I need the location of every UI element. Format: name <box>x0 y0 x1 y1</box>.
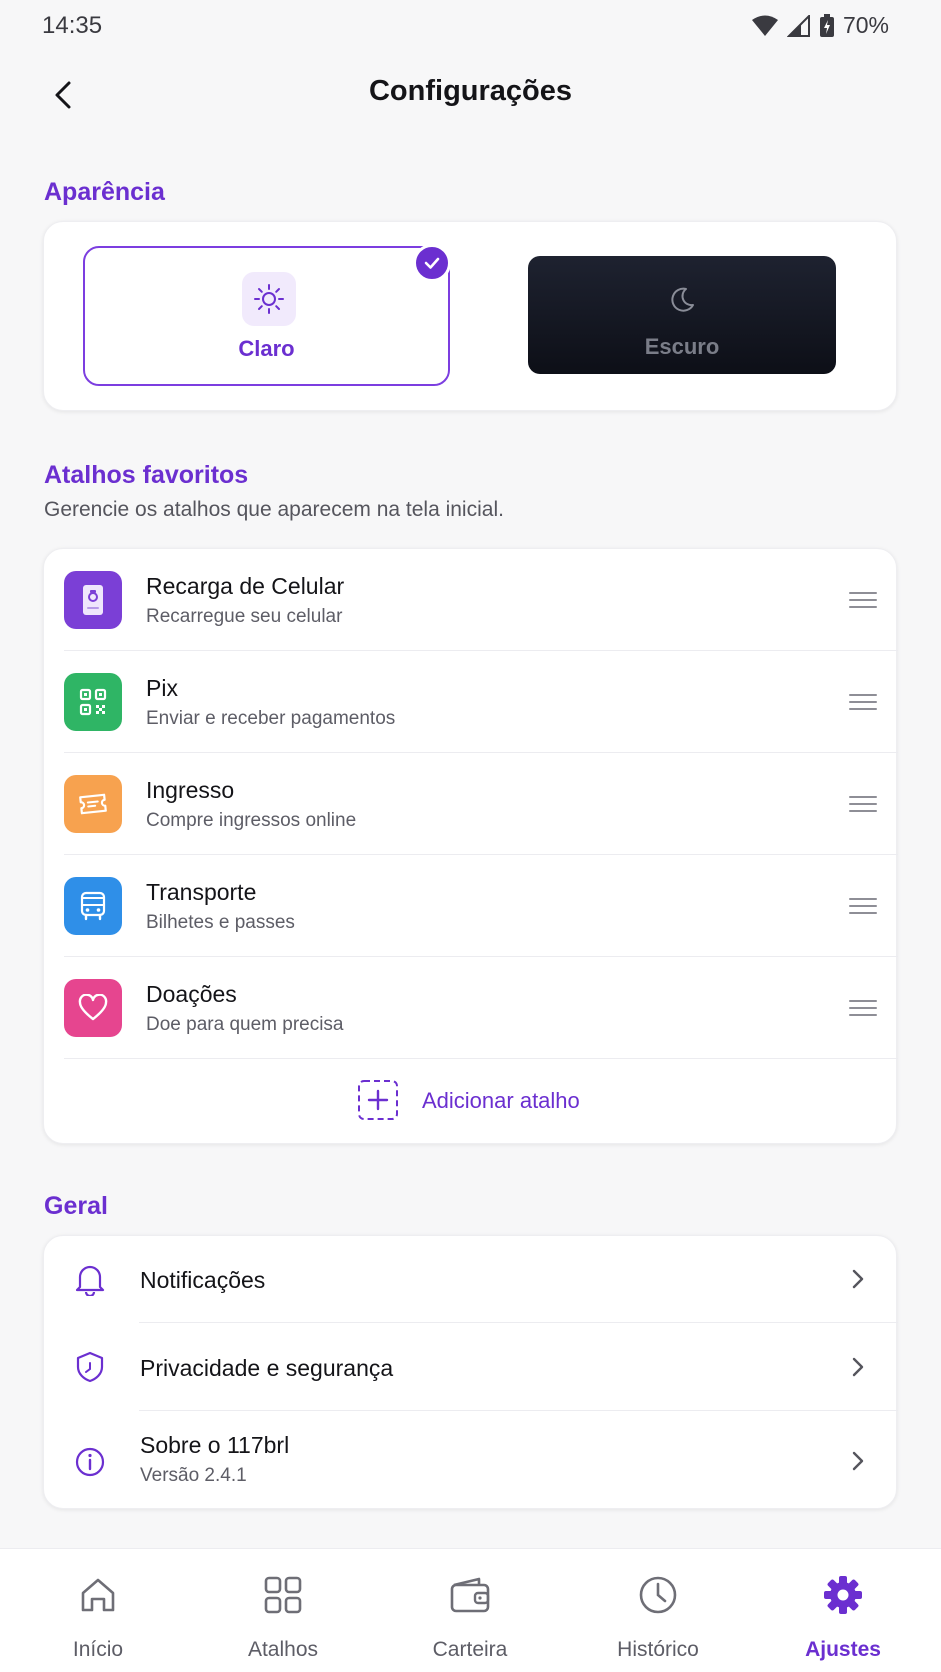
nav-label: Ajustes <box>805 1638 881 1661</box>
shortcut-title: Ingresso <box>146 777 235 803</box>
shortcuts-card: Recarga de Celular Recarregue seu celula… <box>43 548 898 1144</box>
drag-handle-icon[interactable] <box>848 993 878 1023</box>
home-icon <box>76 1573 120 1617</box>
chevron-right-icon <box>846 1449 870 1473</box>
sun-icon <box>242 272 296 326</box>
shortcut-subtitle: Doe para quem precisa <box>146 1014 344 1035</box>
theme-option-dark[interactable]: Escuro <box>528 256 836 374</box>
nav-label: Início <box>72 1638 124 1661</box>
shortcut-subtitle: Compre ingressos online <box>146 810 357 831</box>
nav-item-ajustes[interactable]: Ajustes <box>763 1549 923 1672</box>
nav-label: Carteira <box>432 1638 508 1661</box>
info-icon <box>72 1444 108 1480</box>
general-row-title: Sobre o 117brl <box>140 1432 290 1458</box>
nav-label: Histórico <box>617 1638 699 1661</box>
shortcut-subtitle: Enviar e receber pagamentos <box>146 708 396 729</box>
battery-icon <box>819 13 835 38</box>
shortcut-row-doacoes[interactable]: Doações Doe para quem precisa <box>44 957 898 1059</box>
gear-icon <box>821 1573 865 1617</box>
grid-icon <box>261 1573 305 1617</box>
phone-recharge-icon <box>64 571 122 629</box>
chevron-right-icon <box>846 1355 870 1379</box>
general-row-about[interactable]: Sobre o 117brl Versão 2.4.1 <box>44 1411 898 1510</box>
add-shortcut-label: Adicionar atalho <box>422 1088 580 1113</box>
drag-handle-icon[interactable] <box>848 585 878 615</box>
nav-item-carteira[interactable]: Carteira <box>390 1549 550 1672</box>
theme-dark-label: Escuro <box>644 334 720 359</box>
page-title: Configurações <box>368 75 573 107</box>
appearance-card: Claro Escuro <box>43 221 897 411</box>
heart-icon <box>64 979 122 1037</box>
nav-item-inicio[interactable]: Início <box>18 1549 178 1672</box>
general-section-title: Geral <box>44 1192 108 1220</box>
status-bar: 14:35 70% <box>0 0 941 54</box>
general-row-subtitle: Versão 2.4.1 <box>140 1465 247 1486</box>
nav-label: Atalhos <box>247 1638 319 1661</box>
bell-icon <box>72 1261 108 1297</box>
shortcut-row-recarga[interactable]: Recarga de Celular Recarregue seu celula… <box>44 549 898 651</box>
appearance-section-title: Aparência <box>44 178 165 206</box>
check-icon <box>413 244 451 282</box>
bus-icon <box>64 877 122 935</box>
settings-screen: 14:35 70% Configurações Aparência Claro … <box>0 0 941 1672</box>
shortcut-row-pix[interactable]: Pix Enviar e receber pagamentos <box>44 651 898 753</box>
chevron-right-icon <box>846 1267 870 1291</box>
shortcut-title: Transporte <box>146 879 257 905</box>
wifi-icon <box>751 15 779 37</box>
drag-handle-icon[interactable] <box>848 789 878 819</box>
shortcut-title: Doações <box>146 981 237 1007</box>
shortcuts-section-title: Atalhos favoritos <box>44 461 249 489</box>
theme-option-light[interactable]: Claro <box>83 246 450 386</box>
bottom-nav: Início Atalhos Carteira Histórico Ajuste… <box>0 1548 941 1672</box>
status-time: 14:35 <box>42 12 103 39</box>
ticket-icon <box>64 775 122 833</box>
nav-item-atalhos[interactable]: Atalhos <box>203 1549 363 1672</box>
drag-handle-icon[interactable] <box>848 687 878 717</box>
shortcut-row-transporte[interactable]: Transporte Bilhetes e passes <box>44 855 898 957</box>
drag-handle-icon[interactable] <box>848 891 878 921</box>
qr-code-icon <box>64 673 122 731</box>
shortcuts-subtitle: Gerencie os atalhos que aparecem na tela… <box>44 498 504 521</box>
shortcut-title: Recarga de Celular <box>146 573 345 599</box>
general-row-title: Privacidade e segurança <box>140 1355 394 1381</box>
general-card: Notificações Privacidade e segurança Sob… <box>43 1235 898 1510</box>
cell-signal-icon <box>786 14 811 37</box>
theme-light-label: Claro <box>238 336 295 361</box>
shortcut-title: Pix <box>146 675 178 701</box>
shortcut-subtitle: Recarregue seu celular <box>146 606 343 627</box>
general-row-title: Notificações <box>140 1267 266 1293</box>
general-row-privacy[interactable]: Privacidade e segurança <box>44 1323 898 1411</box>
add-dashed-icon <box>358 1080 398 1120</box>
battery-percent: 70% <box>842 12 889 38</box>
nav-item-historico[interactable]: Histórico <box>578 1549 738 1672</box>
header: Configurações <box>0 60 941 130</box>
wallet-icon <box>448 1573 492 1617</box>
shortcut-subtitle: Bilhetes e passes <box>146 912 295 933</box>
status-icons: 70% <box>751 12 889 39</box>
shield-icon <box>72 1349 108 1385</box>
shortcut-row-ingresso[interactable]: Ingresso Compre ingressos online <box>44 753 898 855</box>
general-row-notifications[interactable]: Notificações <box>44 1236 898 1323</box>
add-shortcut-button[interactable]: Adicionar atalho <box>44 1059 898 1141</box>
clock-icon <box>636 1573 680 1617</box>
moon-icon <box>660 278 704 322</box>
